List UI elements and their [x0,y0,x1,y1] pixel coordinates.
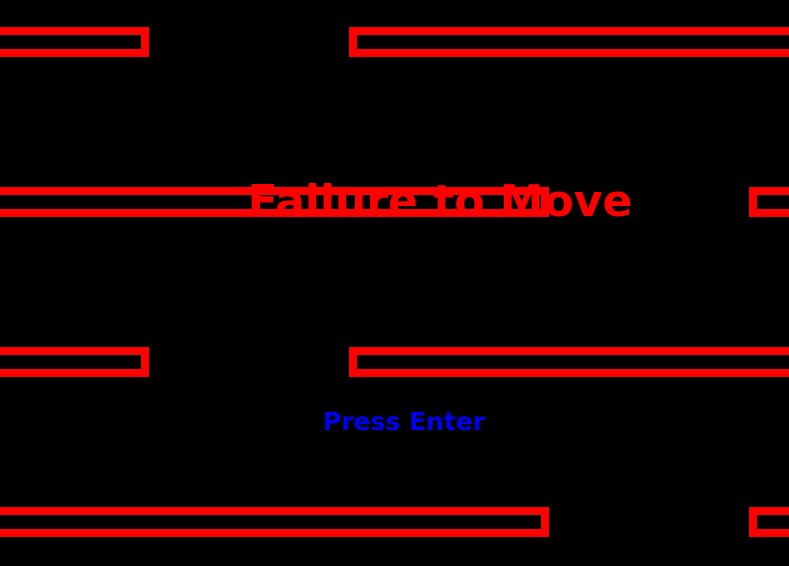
platform-row1-right [349,27,789,57]
platform-row4-right [749,507,789,537]
platform-row3-right [349,347,789,377]
platform-row1-left [0,27,149,57]
game-over-title: Failure to Move [247,176,633,227]
platform-row3-left [0,347,149,377]
game-screen[interactable]: Failure to Move Press Enter [0,0,789,566]
press-enter-prompt[interactable]: Press Enter [0,407,789,436]
platform-row4-left [0,507,549,537]
